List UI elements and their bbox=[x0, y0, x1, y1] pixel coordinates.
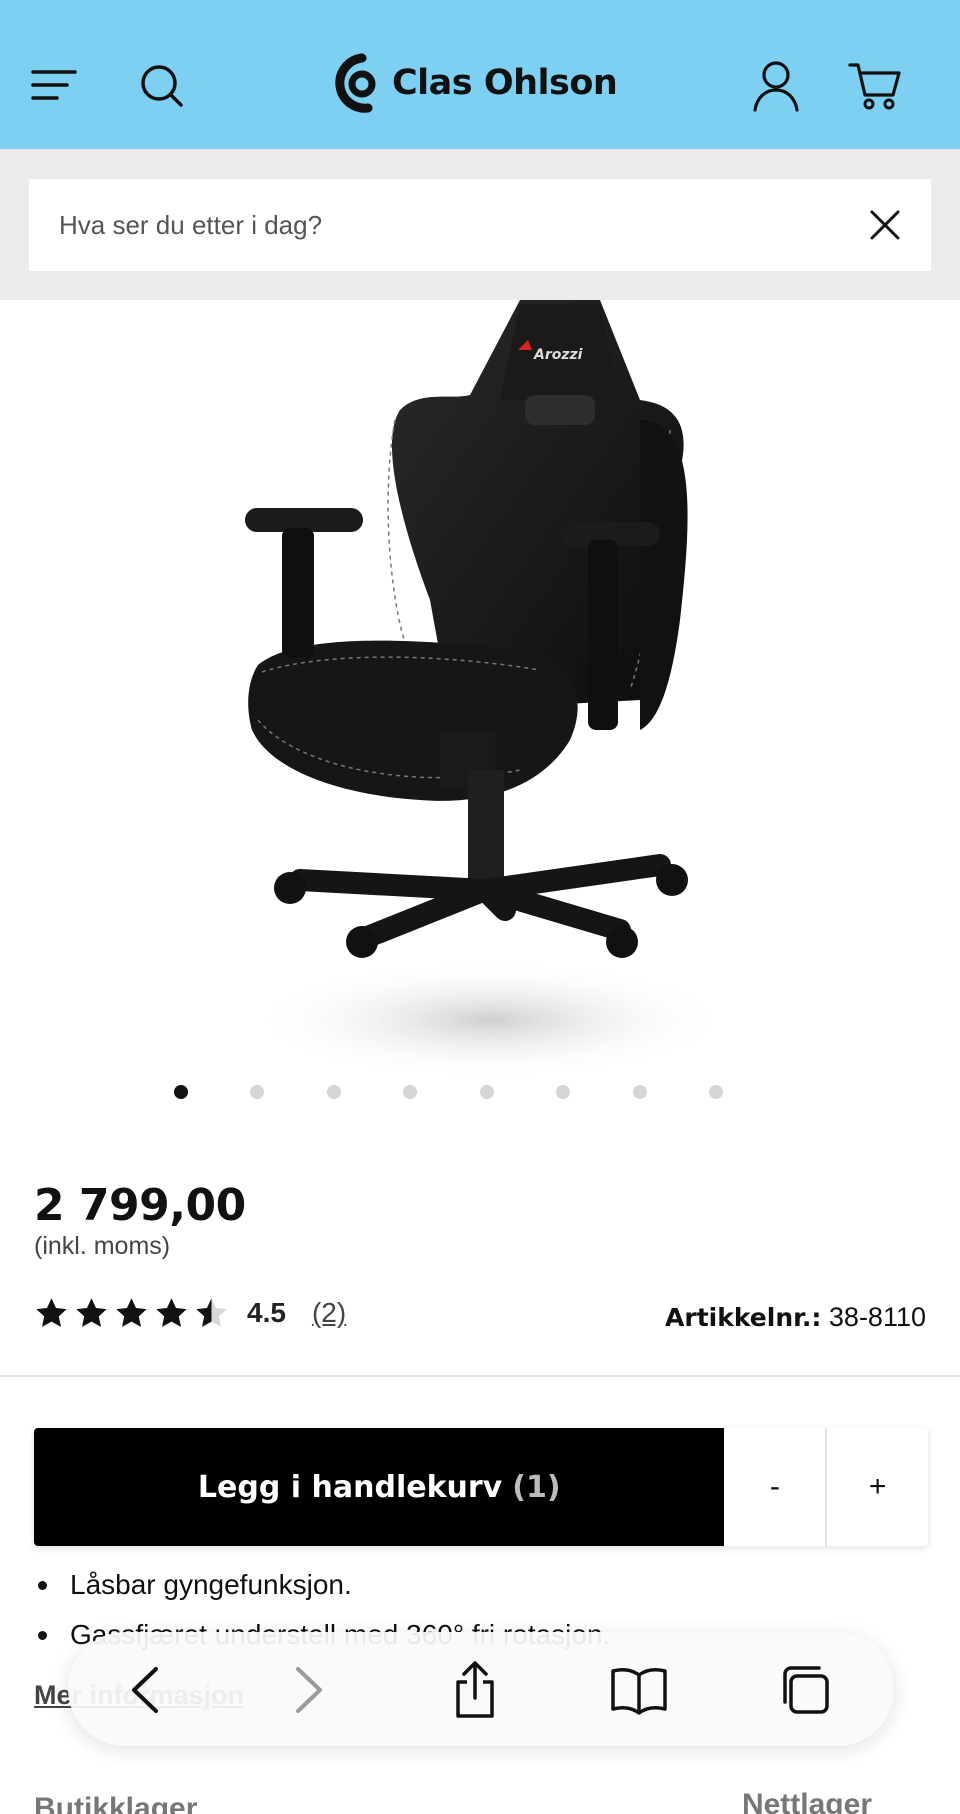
star-icon bbox=[36, 1297, 67, 1327]
menu-icon[interactable] bbox=[24, 60, 84, 110]
add-to-cart-button[interactable]: Legg i handlekurv (1) bbox=[34, 1428, 725, 1546]
list-item: Låsbar gyngefunksjon. bbox=[34, 1560, 352, 1610]
star-icon bbox=[156, 1297, 187, 1327]
brand-logo[interactable]: Clas Ohlson bbox=[334, 50, 618, 116]
stock-section: Butikklager Nettlager bbox=[0, 1780, 960, 1814]
back-icon[interactable] bbox=[114, 1659, 176, 1721]
decrease-quantity-button[interactable]: - bbox=[724, 1428, 826, 1546]
forward-icon[interactable] bbox=[278, 1659, 340, 1721]
rating-stars bbox=[34, 1296, 229, 1331]
cart-icon[interactable] bbox=[842, 56, 908, 116]
add-to-cart-label: Legg i handlekurv bbox=[197, 1469, 503, 1505]
article-number: Artikkelnr.: 38-8110 bbox=[665, 1302, 926, 1333]
carousel-dot[interactable] bbox=[250, 1085, 264, 1099]
carousel-dot[interactable] bbox=[709, 1085, 723, 1099]
carousel-dot[interactable] bbox=[633, 1085, 647, 1099]
user-icon[interactable] bbox=[744, 56, 808, 116]
rating-count-link[interactable]: (2) bbox=[312, 1297, 346, 1329]
carousel-dot[interactable] bbox=[556, 1085, 570, 1099]
search-input[interactable] bbox=[59, 179, 839, 271]
site-header: Clas Ohlson bbox=[0, 0, 960, 149]
cart-quantity: (1) bbox=[512, 1469, 561, 1505]
brand-name: Clas Ohlson bbox=[392, 63, 618, 103]
article-label: Artikkelnr.: bbox=[665, 1303, 822, 1332]
price-vat-note: (inkl. moms) bbox=[34, 1232, 171, 1260]
product-rating: 4.5 (2) bbox=[34, 1292, 346, 1334]
search-icon[interactable] bbox=[132, 58, 192, 114]
tabs-icon[interactable] bbox=[774, 1659, 836, 1721]
half-star-icon bbox=[196, 1297, 227, 1327]
close-icon[interactable] bbox=[867, 207, 903, 243]
browser-toolbar bbox=[68, 1632, 894, 1746]
share-icon[interactable] bbox=[444, 1659, 506, 1721]
divider bbox=[0, 1375, 960, 1377]
increase-quantity-button[interactable]: + bbox=[827, 1428, 928, 1546]
star-icon bbox=[76, 1297, 107, 1327]
star-icon bbox=[116, 1297, 147, 1327]
logo-mark-icon bbox=[335, 53, 376, 113]
search-box bbox=[29, 179, 931, 271]
online-stock-heading: Nettlager bbox=[741, 1788, 872, 1814]
bookmarks-icon[interactable] bbox=[608, 1659, 670, 1721]
rating-value: 4.5 bbox=[247, 1297, 286, 1328]
carousel-dot[interactable] bbox=[403, 1085, 417, 1099]
article-value: 38-8110 bbox=[828, 1302, 926, 1332]
svg-text:Arozzi: Arozzi bbox=[533, 347, 583, 363]
carousel-dot[interactable] bbox=[174, 1085, 188, 1099]
product-image[interactable]: Arozzi Arozzi bbox=[0, 300, 960, 1120]
product-price: 2 799,00 bbox=[34, 1180, 246, 1231]
carousel-dot[interactable] bbox=[480, 1085, 494, 1099]
add-to-cart-bar: Legg i handlekurv (1) - + bbox=[34, 1428, 928, 1546]
store-stock-heading: Butikklager bbox=[34, 1792, 198, 1814]
carousel-dot[interactable] bbox=[327, 1085, 341, 1099]
carousel-dots bbox=[0, 1085, 960, 1101]
